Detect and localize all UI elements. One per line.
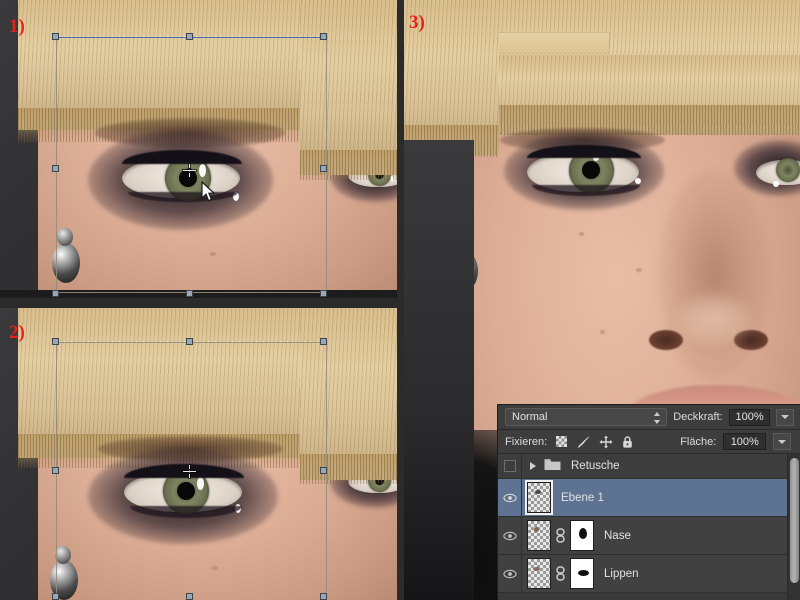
panel-step-1: 1) [0,0,397,298]
lock-row: Fixieren: [498,430,800,454]
padlock-icon[interactable] [620,434,635,449]
layer-name-retusche: Retusche [561,460,620,472]
visibility-toggle-retusche[interactable] [498,454,522,478]
transform-handle-top-center[interactable] [186,338,193,345]
panel-step-2: 2) [0,308,397,600]
transform-handle-top-left[interactable] [52,338,59,345]
blend-mode-row: Normal Deckkraft: 100% [498,405,800,430]
nostril-left [649,330,683,350]
layer-thumbnail[interactable] [527,482,551,513]
cheek-blemish-3 [600,330,605,334]
opacity-label: Deckkraft: [673,411,723,423]
transform-handle-bottom-left[interactable] [52,593,59,600]
fill-input[interactable]: 100% [723,433,766,450]
transform-handle-bottom-right[interactable] [320,593,327,600]
transform-handle-middle-left[interactable] [52,165,59,172]
link-chain-icon[interactable] [555,528,566,543]
layers-panel-scrollbar[interactable] [787,454,800,600]
transparency-checker-icon[interactable] [554,434,569,449]
iris-secondary [776,158,800,182]
cheek-blemish-2 [636,268,642,272]
pupil-main [582,161,600,179]
opacity-input[interactable]: 100% [729,409,771,426]
layer-thumbnails-nase [522,520,594,551]
brush-icon[interactable] [576,434,591,449]
layer-row-lippen[interactable]: Lippen [498,555,800,593]
cloned-hair-patch [499,33,609,53]
layer-mask-thumbnail[interactable] [570,520,594,551]
blend-mode-value: Normal [512,411,547,423]
transform-handle-middle-right[interactable] [320,467,327,474]
visibility-toggle-lippen[interactable] [498,555,522,592]
transform-handle-bottom-center[interactable] [186,593,193,600]
move-icon[interactable] [598,434,613,449]
transform-handle-middle-right[interactable] [320,165,327,172]
marker-label-1: 1) [9,16,25,38]
fill-dropdown-arrow[interactable] [773,433,791,450]
blend-mode-stepper-icon[interactable] [654,412,661,424]
layer-thumbnail[interactable] [527,558,551,589]
layer-row-ebene-1[interactable]: Ebene 1 [498,479,800,517]
opacity-dropdown-arrow[interactable] [776,409,794,426]
visibility-toggle-nase[interactable] [498,517,522,554]
eye-glint-main-2 [635,178,641,184]
visibility-checkbox-icon[interactable] [504,460,516,472]
layer-row-nase[interactable]: Nase [498,517,800,555]
panel-divider-horizontal [0,298,397,308]
folder-icon [544,458,561,474]
transform-handle-top-right[interactable] [320,338,327,345]
layer-list: Retusche Ebene 1 [498,454,800,600]
layer-name-lippen: Lippen [594,568,639,580]
cheek-blemish-1 [579,232,584,236]
eye-icon [503,567,517,581]
transform-handle-top-left[interactable] [52,33,59,40]
transform-handle-bottom-right[interactable] [320,290,327,297]
layer-thumbnails-lippen [522,558,594,589]
transform-handle-top-center[interactable] [186,33,193,40]
layer-thumbnail[interactable] [527,520,551,551]
marker-label-3: 3) [409,12,425,34]
marker-label-2: 2) [9,322,25,344]
transform-handle-top-right[interactable] [320,33,327,40]
transform-reference-point[interactable] [183,465,196,478]
eye-icon [503,529,517,543]
transform-reference-point[interactable] [183,164,196,177]
background-left-dark [404,140,474,600]
layer-thumbnails-ebene-1 [522,482,551,513]
eye-glint-secondary [773,181,779,187]
visibility-toggle-ebene-1[interactable] [498,479,522,516]
scrollbar-thumb[interactable] [790,458,799,583]
transform-handle-bottom-left[interactable] [52,290,59,297]
fill-label: Fläche: [680,436,716,448]
link-chain-icon[interactable] [555,566,566,581]
layer-row-retusche[interactable]: Retusche [498,454,800,479]
layer-name-nase: Nase [594,530,631,542]
screenshot-root: 1) [0,0,800,600]
eye-icon [503,491,517,505]
layer-name-ebene-1: Ebene 1 [551,492,604,504]
layer-mask-thumbnail[interactable] [570,558,594,589]
lock-label: Fixieren: [505,436,547,448]
layers-panel: Normal Deckkraft: 100% Fixieren: [497,404,800,600]
transform-handle-middle-left[interactable] [52,467,59,474]
panel-divider-vertical [397,0,404,600]
chevron-right-icon[interactable] [530,462,536,470]
nose-tip-highlight [679,295,749,345]
transform-handle-bottom-center[interactable] [186,290,193,297]
blend-mode-select[interactable]: Normal [505,408,667,426]
